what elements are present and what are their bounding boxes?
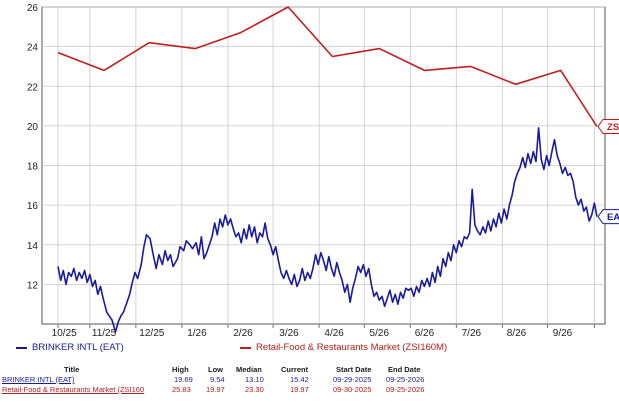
legend-swatch-zsi bbox=[240, 346, 251, 349]
legend-item-eat: BRINKER INTL (EAT) bbox=[16, 342, 124, 353]
x-tick-label: 1/26 bbox=[187, 328, 207, 339]
legend-label-zsi: Retail-Food & Restaurants Market (ZSI160… bbox=[256, 342, 448, 353]
row-eat-title[interactable]: BRINKER INTL (EAT) bbox=[2, 375, 75, 384]
x-tick-label: 11/25 bbox=[92, 328, 117, 339]
row-zsi-end: 09-25-2026 bbox=[386, 385, 425, 394]
y-tick-label: 20 bbox=[27, 122, 39, 133]
y-tick-label: 14 bbox=[27, 241, 39, 252]
legend-item-zsi: Retail-Food & Restaurants Market (ZSI160… bbox=[240, 342, 447, 353]
x-tick-label: 4/26 bbox=[324, 328, 344, 339]
stats-header-row: Title High Low Median Current Start Date… bbox=[0, 365, 619, 375]
x-tick-label: 10/25 bbox=[52, 328, 77, 339]
x-tick-label: 5/26 bbox=[370, 328, 390, 339]
header-current: Current bbox=[281, 365, 309, 374]
row-zsi-low: 19.97 bbox=[206, 385, 225, 394]
row-eat-current: 15.42 bbox=[290, 375, 309, 384]
row-eat-high: 19.69 bbox=[174, 375, 193, 384]
header-title: Title bbox=[64, 365, 80, 374]
row-zsi-start: 09-30-2025 bbox=[333, 385, 372, 394]
stats-row-eat: BRINKER INTL (EAT) 19.69 9.54 13.10 15.4… bbox=[0, 375, 619, 385]
y-tick-label: 12 bbox=[27, 280, 39, 291]
row-zsi-current: 19.97 bbox=[290, 385, 309, 394]
row-eat-low: 9.54 bbox=[210, 375, 225, 384]
y-tick-label: 16 bbox=[27, 201, 39, 212]
header-median: Median bbox=[236, 365, 262, 374]
chart-legend: BRINKER INTL (EAT) Retail-Food & Restaur… bbox=[0, 342, 619, 356]
header-low: Low bbox=[208, 365, 223, 374]
y-tick-label: 18 bbox=[27, 162, 39, 173]
x-tick-label: 3/26 bbox=[279, 328, 299, 339]
x-tick-label: 7/26 bbox=[462, 328, 482, 339]
x-tick-label: 12/25 bbox=[139, 328, 164, 339]
line-chart: 12 14 16 18 20 22 24 26 10/25 11/25 12/25 1/26 2/26 3… bbox=[27, 3, 619, 339]
x-tick-label: 2/26 bbox=[233, 328, 253, 339]
x-tick-label: 8/26 bbox=[507, 328, 527, 339]
stats-row-zsi: Retail-Food & Restaurants Market (ZSI160… bbox=[0, 385, 619, 395]
end-label-eat: EAT: 15.42 bbox=[607, 212, 619, 223]
header-end-date: End Date bbox=[388, 365, 421, 374]
header-start-date: Start Date bbox=[336, 365, 372, 374]
x-tick-label: 6/26 bbox=[415, 328, 435, 339]
row-eat-end: 09-25-2026 bbox=[386, 375, 425, 384]
row-zsi-title[interactable]: Retail-Food & Restaurants Market (ZSI160 bbox=[2, 385, 144, 394]
row-eat-start: 09-29-2025 bbox=[333, 375, 372, 384]
x-tick-label: 9/26 bbox=[553, 328, 573, 339]
end-label-zsi160m: ZSI160M: 19.97 bbox=[607, 122, 619, 133]
y-tick-label: 24 bbox=[27, 43, 39, 54]
y-tick-label: 22 bbox=[27, 82, 39, 93]
legend-swatch-eat bbox=[16, 346, 27, 349]
row-zsi-median: 23.30 bbox=[245, 385, 264, 394]
header-high: High bbox=[172, 365, 189, 374]
legend-label-eat: BRINKER INTL (EAT) bbox=[32, 342, 124, 353]
row-zsi-high: 25.83 bbox=[172, 385, 191, 394]
row-eat-median: 13.10 bbox=[245, 375, 264, 384]
y-tick-label: 26 bbox=[27, 3, 39, 14]
